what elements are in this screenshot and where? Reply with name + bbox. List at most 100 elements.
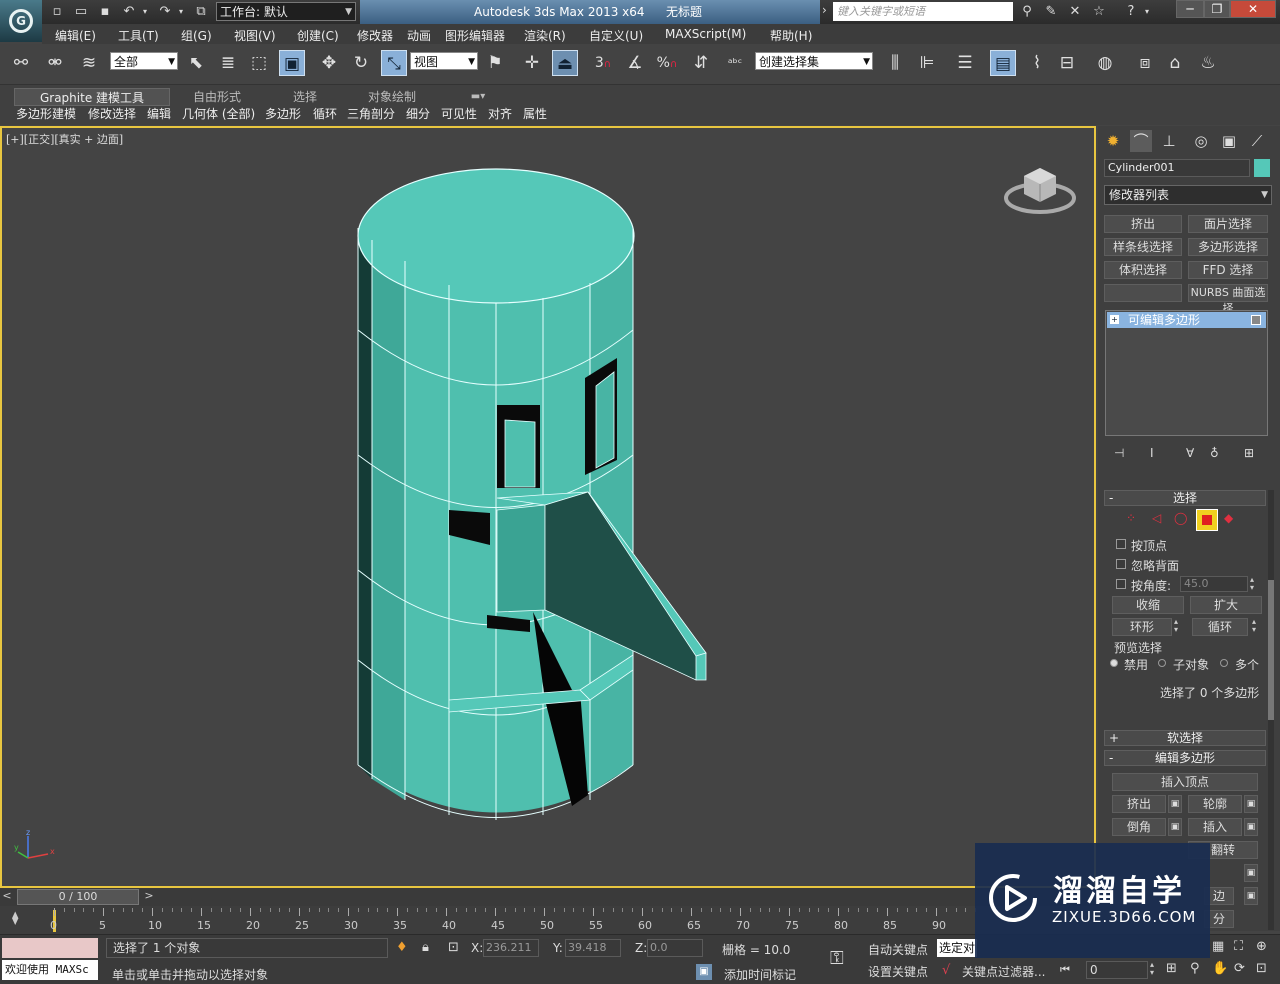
key-filters-button[interactable]: 关键点过滤器... [962,963,1045,980]
time-slider[interactable] [0,888,1096,906]
insert-vertex-button[interactable]: 插入顶点 [1112,773,1258,791]
configure-sets-icon[interactable]: ⊞ [1244,446,1254,460]
panel-scrollbar[interactable] [1268,490,1274,930]
utilities-tab-icon[interactable]: ⟋ [1246,130,1268,152]
shrink-button[interactable]: 收缩 [1112,596,1184,614]
loop-button[interactable]: 循环 [1192,618,1248,636]
by-vertex-checkbox[interactable] [1116,539,1126,549]
extrude-settings-icon[interactable]: ▣ [1168,795,1182,813]
inset-button[interactable]: 插入 [1188,818,1242,836]
x-coordinate-field[interactable]: 236.211 [483,939,539,957]
restore-button[interactable]: ❐ [1204,0,1230,18]
prev-frame-icon[interactable]: < [0,889,14,905]
element-mode-icon[interactable]: ◆ [1224,511,1233,525]
outline-settings-icon[interactable]: ▣ [1244,795,1258,813]
angle-spinner-icon[interactable]: ▴ ▾ [1250,576,1254,592]
outline-button[interactable]: 轮廓 [1188,795,1242,813]
extrude-spline-settings-icon[interactable]: ▣ [1244,887,1258,905]
border-mode-icon[interactable]: ◯ [1174,511,1187,525]
zoom-region-icon[interactable]: ⊕ [1256,939,1267,954]
expand-icon[interactable]: + [1110,315,1119,324]
angle-value-field[interactable]: 45.0 [1180,576,1248,592]
polygon-mode-icon[interactable] [1196,509,1218,531]
pan-hand-icon[interactable]: ✋ [1212,961,1228,976]
time-config-icon[interactable]: ⊞ [1166,961,1177,976]
pin-stack-icon[interactable]: ⊣ [1114,446,1124,460]
minimize-button[interactable]: ─ [1176,0,1204,18]
mod-nurbs-select-button[interactable]: NURBS 曲面选择 [1188,284,1268,315]
time-tag-icon[interactable]: ▣ [696,964,712,980]
selection-lock-icon[interactable]: 🔒︎ [422,940,429,955]
cylinder-model[interactable] [0,0,1096,888]
absolute-mode-icon[interactable]: ⊡ [448,940,459,955]
maximize-viewport-icon[interactable]: ⊡ [1256,961,1267,976]
soft-selection-rollout-header[interactable]: + 软选择 [1104,730,1266,746]
preview-off-radio[interactable] [1110,659,1118,667]
hinge-settings-icon[interactable]: ▣ [1244,864,1258,882]
selected-set-dropdown[interactable]: 选定对 [937,939,977,957]
ignore-backfacing-checkbox[interactable] [1116,559,1126,569]
key-icon[interactable]: ⚿ [830,948,844,969]
key-filter-icon[interactable]: √ [942,963,950,978]
mod-empty-button[interactable] [1104,284,1182,302]
isolate-selection-icon[interactable]: ♦ [396,940,408,955]
mod-poly-select-button[interactable]: 多边形选择 [1188,238,1268,256]
remove-modifier-icon[interactable]: ♁ [1210,446,1219,460]
mod-volume-select-button[interactable]: 体积选择 [1104,261,1182,279]
z-coordinate-field[interactable]: 0.0 [647,939,703,957]
show-end-result-icon[interactable]: Ⅰ [1150,446,1154,460]
object-color-swatch[interactable] [1254,159,1270,177]
edit-polygons-rollout-header[interactable]: - 编辑多边形 [1104,750,1266,766]
ring-spinner-icon[interactable]: ▴ ▾ [1174,618,1178,634]
maxscript-listener-mini[interactable] [2,938,98,958]
stack-toggle-icon[interactable] [1251,315,1261,325]
create-tab-icon[interactable]: ✹ [1102,130,1124,152]
mod-spline-select-button[interactable]: 样条线选择 [1104,238,1182,256]
viewcube-icon[interactable] [1000,158,1080,220]
hierarchy-tab-icon[interactable]: ⊥ [1158,130,1180,152]
selection-rollout-header[interactable]: - 选择 [1104,490,1266,506]
preview-multi-radio[interactable] [1220,659,1228,667]
orbit-icon[interactable]: ⟳ [1234,961,1245,976]
next-frame-icon[interactable]: > [142,889,156,905]
make-unique-icon[interactable]: ∀ [1186,446,1194,460]
bevel-button[interactable]: 倒角 [1112,818,1166,836]
rendered-frame-icon[interactable]: ⌂ [1162,50,1188,76]
maxscript-input[interactable]: 欢迎使用 MAXSc [2,960,98,980]
help-dropdown-icon[interactable]: ▾ [1142,3,1152,21]
grow-button[interactable]: 扩大 [1190,596,1262,614]
by-angle-checkbox[interactable] [1116,579,1126,589]
time-slider-thumb[interactable]: 0 / 100 [17,889,139,905]
mod-ffd-select-button[interactable]: FFD 选择 [1188,261,1268,279]
stack-item-editable-poly[interactable]: + 可编辑多边形 [1107,312,1266,328]
zoom-icon[interactable]: ⚲ [1190,961,1200,976]
loop-spinner-icon[interactable]: ▴ ▾ [1252,618,1256,634]
set-key-button[interactable]: 设置关键点 [868,963,928,980]
vertex-mode-icon[interactable]: ⁘ [1126,511,1136,525]
mod-patch-select-button[interactable]: 面片选择 [1188,215,1268,233]
mod-extrude-button[interactable]: 挤出 [1104,215,1182,233]
inset-settings-icon[interactable]: ▣ [1244,818,1258,836]
display-tab-icon[interactable]: ▣ [1218,130,1240,152]
modifier-list-dropdown[interactable]: 修改器列表 ▼ [1104,185,1272,205]
add-time-tag-button[interactable]: 添加时间标记 [724,966,796,983]
auto-key-button[interactable]: 自动关键点 [868,941,928,958]
render-teapot-icon[interactable]: ♨ [1195,50,1221,76]
object-name-field[interactable]: Cylinder001 [1104,159,1250,177]
current-frame-field[interactable]: 0 [1086,961,1148,979]
help-icon[interactable]: ? [1122,3,1140,21]
motion-tab-icon[interactable]: ◎ [1190,130,1212,152]
y-coordinate-field[interactable]: 39.418 [565,939,621,957]
frame-spinner-icon[interactable]: ▴ ▾ [1150,961,1154,977]
edge-mode-icon[interactable]: ◁ [1152,511,1161,525]
go-to-start-icon[interactable]: ⏮ [1060,963,1070,977]
render-setup-icon[interactable]: ⧈ [1132,50,1158,76]
bevel-settings-icon[interactable]: ▣ [1168,818,1182,836]
zoom-all-icon[interactable]: ▦ [1212,939,1224,954]
zoom-extents-icon[interactable]: ⛶ [1234,939,1243,954]
preview-subobject-radio[interactable] [1158,659,1166,667]
extrude-button[interactable]: 挤出 [1112,795,1166,813]
ring-button[interactable]: 环形 [1112,618,1172,636]
modify-tab-icon[interactable]: ⌒ [1130,130,1152,152]
close-button[interactable]: ✕ [1230,0,1276,18]
